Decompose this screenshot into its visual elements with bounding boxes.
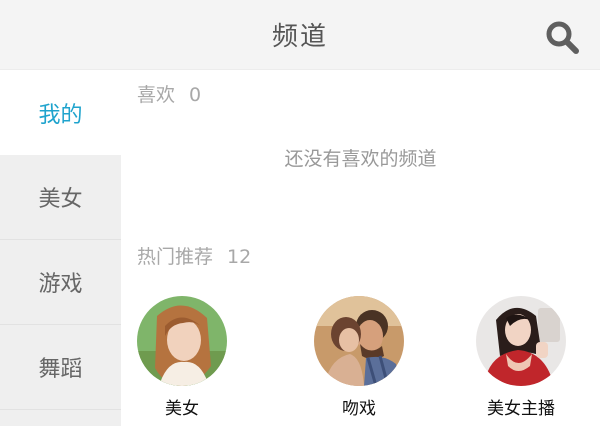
sidebar-item-beauty[interactable]: 美女 bbox=[0, 155, 121, 240]
channel-label: 美女主播 bbox=[487, 399, 555, 419]
channel-avatar bbox=[476, 296, 566, 386]
channel-avatar bbox=[137, 296, 227, 386]
favorites-empty-message: 还没有喜欢的频道 bbox=[284, 148, 437, 170]
category-sidebar: 我的 美女 游戏 舞蹈 bbox=[0, 70, 121, 426]
sidebar-item-label: 我的 bbox=[38, 102, 83, 128]
sidebar-item-label: 舞蹈 bbox=[38, 357, 83, 382]
favorites-count: 0 bbox=[189, 84, 202, 106]
header-bar: 频道 bbox=[0, 0, 600, 70]
channel-content: 喜欢 0 还没有喜欢的频道 热门推荐 12 美女 吻戏 美女主播 bbox=[121, 70, 600, 426]
favorites-header: 喜欢 0 bbox=[137, 80, 201, 107]
search-icon bbox=[546, 21, 579, 54]
hot-header: 热门推荐 12 bbox=[137, 242, 251, 269]
sidebar-item-mine[interactable]: 我的 bbox=[0, 70, 121, 155]
sidebar-item-games[interactable]: 游戏 bbox=[0, 240, 121, 325]
channel-card-kiss[interactable]: 吻戏 bbox=[299, 296, 419, 419]
sidebar-item-label: 游戏 bbox=[38, 272, 83, 297]
sidebar-item-label: 美女 bbox=[38, 187, 83, 212]
channel-avatar bbox=[314, 296, 404, 386]
channel-label: 吻戏 bbox=[342, 399, 376, 419]
channel-label: 美女 bbox=[165, 399, 199, 419]
sidebar-item-dance[interactable]: 舞蹈 bbox=[0, 325, 121, 410]
page-title: 频道 bbox=[271, 22, 328, 52]
hot-count: 12 bbox=[227, 246, 252, 268]
favorites-label: 喜欢 bbox=[137, 84, 176, 106]
channel-card-beauty-streamer[interactable]: 美女主播 bbox=[461, 296, 581, 419]
channel-card-beauty[interactable]: 美女 bbox=[122, 296, 242, 419]
hot-label: 热门推荐 bbox=[137, 246, 214, 268]
search-button[interactable] bbox=[542, 17, 582, 57]
